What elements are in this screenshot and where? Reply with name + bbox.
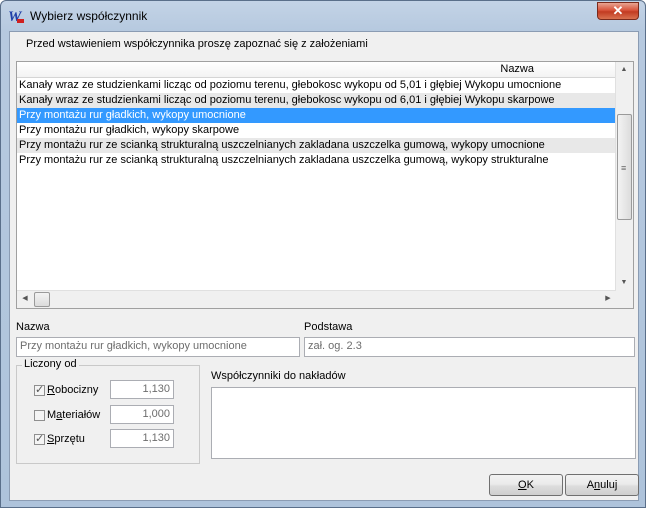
column-header-nazwa: Nazwa bbox=[500, 63, 534, 75]
podstawa-label: Podstawa bbox=[304, 321, 353, 333]
wspolczynniki-textarea[interactable] bbox=[211, 387, 636, 459]
label-rest: teriałów bbox=[62, 409, 101, 421]
checkmark-icon: ✓ bbox=[35, 433, 45, 445]
scroll-left-icon[interactable]: ◀ bbox=[17, 291, 33, 307]
close-icon: ✕ bbox=[612, 3, 624, 18]
vertical-scroll-thumb[interactable]: ≡ bbox=[617, 114, 632, 220]
label-prefix: M bbox=[47, 409, 57, 421]
grip-icon: ≡ bbox=[621, 163, 627, 173]
list-item[interactable]: Kanały wraz ze studzienkami licząc od po… bbox=[17, 78, 616, 93]
vertical-scrollbar[interactable]: ▲ ≡ ▼ bbox=[615, 62, 633, 291]
nazwa-field[interactable]: Przy montażu rur gładkich, wykopy umocni… bbox=[16, 337, 300, 357]
ok-rest: K bbox=[526, 479, 534, 491]
app-logo-icon: W bbox=[8, 9, 24, 24]
sprzetu-checkbox[interactable]: ✓ bbox=[34, 434, 45, 445]
robocizny-value[interactable]: 1,130 bbox=[110, 380, 174, 399]
scroll-up-icon[interactable]: ▲ bbox=[616, 62, 632, 78]
scroll-corner bbox=[616, 291, 633, 308]
sprzetu-label[interactable]: Sprzętu bbox=[47, 433, 85, 445]
materialow-checkbox[interactable] bbox=[34, 410, 45, 421]
cancel-prefix: A bbox=[586, 479, 595, 491]
materialow-value[interactable]: 1,000 bbox=[110, 405, 174, 424]
dialog-window: W Wybierz współczynnik ✕ Przed wstawieni… bbox=[0, 0, 646, 508]
label-rest: obocizny bbox=[54, 384, 99, 396]
label-rest: przętu bbox=[54, 433, 85, 445]
wspolczynniki-label: Współczynniki do nakładów bbox=[211, 370, 346, 382]
close-button[interactable]: ✕ bbox=[597, 2, 639, 20]
list-item[interactable]: Przy montażu rur ze scianką strukturalną… bbox=[17, 153, 616, 168]
podstawa-field[interactable]: zał. og. 2.3 bbox=[304, 337, 635, 357]
scroll-down-icon[interactable]: ▼ bbox=[616, 275, 632, 291]
horizontal-scroll-thumb[interactable] bbox=[34, 292, 50, 307]
checkmark-icon: ✓ bbox=[35, 384, 45, 396]
list-rows: Kanały wraz ze studzienkami licząc od po… bbox=[17, 78, 616, 168]
nazwa-label: Nazwa bbox=[16, 321, 50, 333]
dialog-body: Przed wstawieniem współczynnika proszę z… bbox=[9, 31, 639, 501]
scroll-right-icon[interactable]: ▶ bbox=[600, 291, 616, 307]
coefficient-list[interactable]: Nazwa Kanały wraz ze studzienkami licząc… bbox=[16, 61, 634, 309]
list-item[interactable]: Przy montażu rur ze scianką strukturalną… bbox=[17, 138, 616, 153]
group-title: Liczony od bbox=[22, 358, 79, 370]
window-title: Wybierz współczynnik bbox=[30, 9, 148, 23]
cancel-rest: uluj bbox=[600, 479, 618, 491]
cancel-button[interactable]: Anuluj bbox=[565, 474, 639, 496]
ok-accel: O bbox=[518, 479, 527, 491]
horizontal-scrollbar[interactable]: ◀ ▶ bbox=[17, 290, 616, 308]
ok-button[interactable]: OK bbox=[489, 474, 563, 496]
materialow-label[interactable]: Materiałów bbox=[47, 409, 100, 421]
list-item[interactable]: Kanały wraz ze studzienkami licząc od po… bbox=[17, 93, 616, 108]
label-accel: R bbox=[47, 384, 55, 396]
robocizny-checkbox[interactable]: ✓ bbox=[34, 385, 45, 396]
sprzetu-value[interactable]: 1,130 bbox=[110, 429, 174, 448]
list-item[interactable]: Przy montażu rur gładkich, wykopy skarpo… bbox=[17, 123, 616, 138]
liczony-od-group: Liczony od ✓ Robocizny 1,130 Materiałów … bbox=[16, 358, 200, 464]
robocizny-label[interactable]: Robocizny bbox=[47, 384, 98, 396]
list-column-header[interactable]: Nazwa bbox=[17, 62, 616, 78]
info-text: Przed wstawieniem współczynnika proszę z… bbox=[26, 38, 368, 50]
title-bar[interactable]: W Wybierz współczynnik ✕ bbox=[1, 1, 645, 31]
list-item-selected[interactable]: Przy montażu rur gładkich, wykopy umocni… bbox=[17, 108, 616, 123]
